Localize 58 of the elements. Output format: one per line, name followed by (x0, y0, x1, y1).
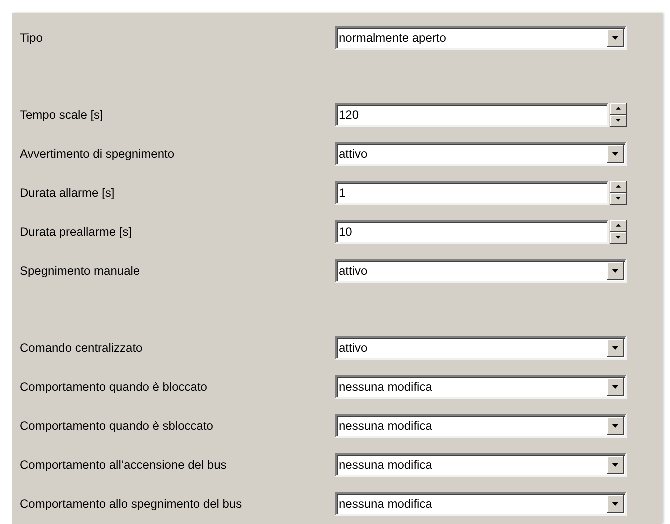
caret-down-icon (616, 197, 621, 200)
dropdown[interactable]: nessuna modifica (335, 492, 627, 516)
dropdown-arrow-button[interactable] (607, 28, 624, 46)
number-field[interactable]: 1 (335, 180, 609, 204)
dropdown[interactable]: attivo (335, 258, 627, 282)
dropdown[interactable]: normalmente aperto (335, 26, 627, 50)
dropdown-value: attivo (338, 262, 369, 280)
caret-up-icon (616, 224, 621, 227)
dropdown[interactable]: nessuna modifica (335, 374, 627, 398)
dropdown[interactable]: nessuna modifica (335, 452, 627, 476)
caret-icon (612, 268, 619, 272)
caret-icon (612, 502, 619, 506)
caret-up-icon (616, 185, 621, 188)
field-label: Comportamento quando è bloccato (20, 378, 208, 396)
spin-down-button[interactable] (610, 232, 627, 244)
caret-icon (612, 152, 619, 156)
number-field[interactable]: 120 (335, 102, 609, 126)
field-label: Comportamento allo spegnimento del bus (20, 496, 244, 512)
dropdown-arrow-button[interactable] (607, 144, 624, 162)
caret-icon (612, 346, 619, 350)
spin-down-button[interactable] (610, 192, 627, 204)
dropdown-value: normalmente aperto (338, 30, 448, 46)
field-label: Durata allarme [s] (20, 184, 116, 202)
spin-up-button[interactable] (610, 220, 627, 232)
dropdown-arrow-button[interactable] (607, 378, 624, 396)
field-label: Spegnimento manuale (20, 262, 142, 280)
field-label: Avvertimento di spegnimento (20, 146, 176, 162)
number-field[interactable]: 10 (335, 220, 609, 244)
dropdown-arrow-button[interactable] (607, 262, 624, 280)
caret-up-icon (616, 107, 621, 110)
dropdown-arrow-button[interactable] (607, 456, 624, 474)
dropdown[interactable]: nessuna modifica (335, 414, 627, 438)
dropdown-value: attivo (338, 340, 369, 356)
field-label: Tempo scale [s] (20, 106, 104, 124)
spin-down-button[interactable] (610, 114, 627, 126)
spin-up-button[interactable] (610, 102, 627, 114)
dropdown-value: nessuna modifica (338, 456, 434, 474)
dropdown-value: nessuna modifica (338, 496, 434, 512)
field-label: Durata preallarme [s] (20, 224, 134, 240)
caret-icon (612, 424, 619, 428)
dropdown-value: nessuna modifica (338, 378, 434, 396)
dropdown-arrow-button[interactable] (607, 338, 624, 356)
field-label: Comportamento quando è sbloccato (20, 418, 214, 434)
caret-down-icon (616, 119, 621, 122)
field-label: Tipo (20, 30, 44, 46)
spin-up-button[interactable] (610, 180, 627, 192)
field-label: Comando centralizzato (20, 340, 144, 356)
dropdown[interactable]: attivo (335, 336, 627, 360)
dropdown-arrow-button[interactable] (607, 494, 624, 512)
caret-icon (612, 384, 619, 388)
caret-icon (612, 36, 619, 40)
caret-down-icon (616, 236, 621, 239)
dropdown-value: attivo (338, 146, 369, 162)
dropdown-value: nessuna modifica (338, 418, 434, 434)
field-label: Comportamento all’accensione del bus (20, 456, 228, 474)
caret-icon (612, 462, 619, 466)
dropdown-arrow-button[interactable] (607, 416, 624, 434)
dropdown[interactable]: attivo (335, 142, 627, 166)
